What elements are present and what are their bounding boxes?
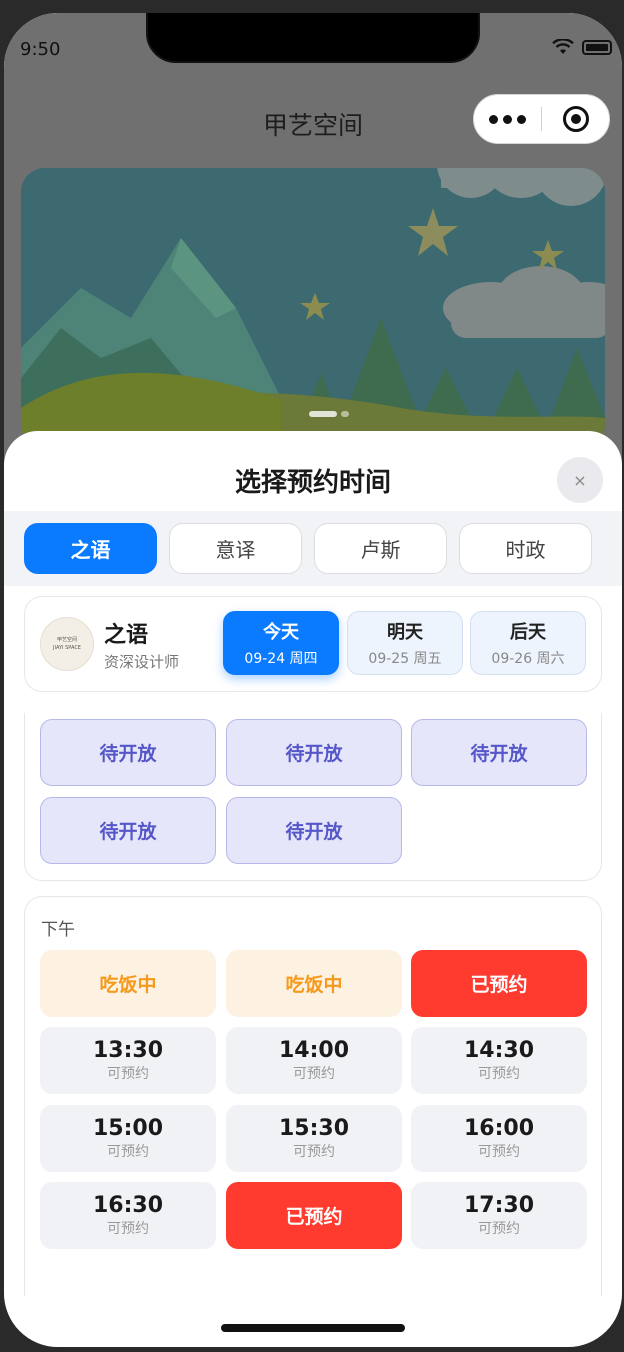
booking-sheet: 选择预约时间 × 之语 意译 卢斯 时政 甲艺空间 JIAYI SPACE 之语… bbox=[4, 431, 622, 1347]
day-name: 今天 bbox=[263, 622, 299, 643]
day-name: 后天 bbox=[510, 622, 546, 643]
section-label: 下午 bbox=[41, 920, 75, 940]
time-slot: 吃饭中 bbox=[40, 950, 216, 1017]
mini-program-capsule bbox=[473, 94, 610, 144]
slot-time: 16:30 bbox=[92, 1192, 164, 1218]
slot-time: 15:00 bbox=[92, 1115, 164, 1141]
banner-image[interactable] bbox=[21, 168, 605, 448]
slot-time: 17:30 bbox=[463, 1192, 535, 1218]
avatar-logo-subtext: JIAYI SPACE bbox=[53, 645, 81, 651]
slot-status: 可预约 bbox=[478, 1143, 520, 1160]
slot-status: 可预约 bbox=[107, 1143, 149, 1160]
slot-status: 可预约 bbox=[478, 1220, 520, 1237]
morning-section: 待开放 待开放 待开放 待开放 待开放 bbox=[24, 713, 602, 881]
page-dot bbox=[341, 411, 349, 417]
slot-status: 可预约 bbox=[478, 1065, 520, 1082]
battery-icon bbox=[582, 39, 612, 55]
time-slot: 已预约 bbox=[226, 1182, 402, 1249]
slot-time: 13:30 bbox=[92, 1037, 164, 1063]
home-indicator bbox=[221, 1324, 405, 1332]
time-slot: 待开放 bbox=[411, 719, 587, 786]
day-button-tomorrow[interactable]: 明天 09-25 周五 bbox=[347, 611, 463, 675]
tab-designer[interactable]: 时政 bbox=[459, 523, 592, 574]
tab-designer[interactable]: 卢斯 bbox=[314, 523, 447, 574]
time-slot: 已预约 bbox=[411, 950, 587, 1017]
time-slot: 待开放 bbox=[226, 719, 402, 786]
avatar: 甲艺空间 JIAYI SPACE bbox=[40, 617, 94, 671]
landscape-illustration bbox=[21, 168, 605, 448]
day-date: 09-24 周四 bbox=[244, 651, 318, 667]
time-slot[interactable]: 13:30 可预约 bbox=[40, 1027, 216, 1094]
time-slot: 待开放 bbox=[40, 797, 216, 864]
designer-card: 甲艺空间 JIAYI SPACE 之语 资深设计师 今天 09-24 周四 明天… bbox=[24, 596, 602, 692]
designer-tabs: 之语 意译 卢斯 时政 bbox=[4, 511, 622, 586]
tab-designer[interactable]: 之语 bbox=[24, 523, 157, 574]
slot-time: 15:30 bbox=[278, 1115, 350, 1141]
phone-screen: 9:50 甲艺空间 选择预约时间 × 之语 意译 卢斯 时政 甲艺空间 JIAY… bbox=[4, 13, 622, 1347]
status-bar: 9:50 bbox=[4, 13, 622, 83]
page-dot-active bbox=[309, 411, 337, 417]
time-slot[interactable]: 16:30 可预约 bbox=[40, 1182, 216, 1249]
more-icon[interactable] bbox=[474, 114, 541, 124]
time-slot[interactable]: 15:30 可预约 bbox=[226, 1105, 402, 1172]
slot-status: 可预约 bbox=[107, 1065, 149, 1082]
time-slot[interactable]: 17:30 可预约 bbox=[411, 1182, 587, 1249]
day-button-day-after[interactable]: 后天 09-26 周六 bbox=[470, 611, 586, 675]
notch bbox=[146, 13, 480, 63]
banner-pagination bbox=[309, 411, 349, 417]
target-icon bbox=[562, 106, 589, 132]
day-name: 明天 bbox=[387, 622, 423, 643]
time-slot: 吃饭中 bbox=[226, 950, 402, 1017]
avatar-logo-text: 甲艺空间 bbox=[56, 637, 77, 643]
afternoon-section: 下午 吃饭中 吃饭中 已预约 13:30 可预约 14:00 可预约 14:30… bbox=[24, 896, 602, 1296]
tab-designer[interactable]: 意译 bbox=[169, 523, 302, 574]
day-date: 09-25 周五 bbox=[368, 651, 442, 667]
time-slot[interactable]: 16:00 可预约 bbox=[411, 1105, 587, 1172]
time-slot[interactable]: 15:00 可预约 bbox=[40, 1105, 216, 1172]
time-slot: 待开放 bbox=[40, 719, 216, 786]
close-program-button[interactable] bbox=[542, 106, 609, 132]
status-time: 9:50 bbox=[20, 39, 61, 60]
slot-time: 14:30 bbox=[463, 1037, 535, 1063]
day-date: 09-26 周六 bbox=[491, 651, 565, 667]
designer-name: 之语 bbox=[104, 623, 149, 648]
designer-role: 资深设计师 bbox=[104, 653, 180, 671]
status-icons bbox=[552, 39, 612, 55]
wifi-icon bbox=[552, 39, 574, 54]
time-slot: 待开放 bbox=[226, 797, 402, 864]
time-slot[interactable]: 14:00 可预约 bbox=[226, 1027, 402, 1094]
close-button[interactable]: × bbox=[557, 457, 603, 503]
sheet-title: 选择预约时间 bbox=[234, 468, 391, 498]
time-slot[interactable]: 14:30 可预约 bbox=[411, 1027, 587, 1094]
slot-time: 14:00 bbox=[278, 1037, 350, 1063]
slot-time: 16:00 bbox=[463, 1115, 535, 1141]
slot-status: 可预约 bbox=[293, 1143, 335, 1160]
slot-status: 可预约 bbox=[107, 1220, 149, 1237]
slot-status: 可预约 bbox=[293, 1065, 335, 1082]
day-button-today[interactable]: 今天 09-24 周四 bbox=[223, 611, 339, 675]
